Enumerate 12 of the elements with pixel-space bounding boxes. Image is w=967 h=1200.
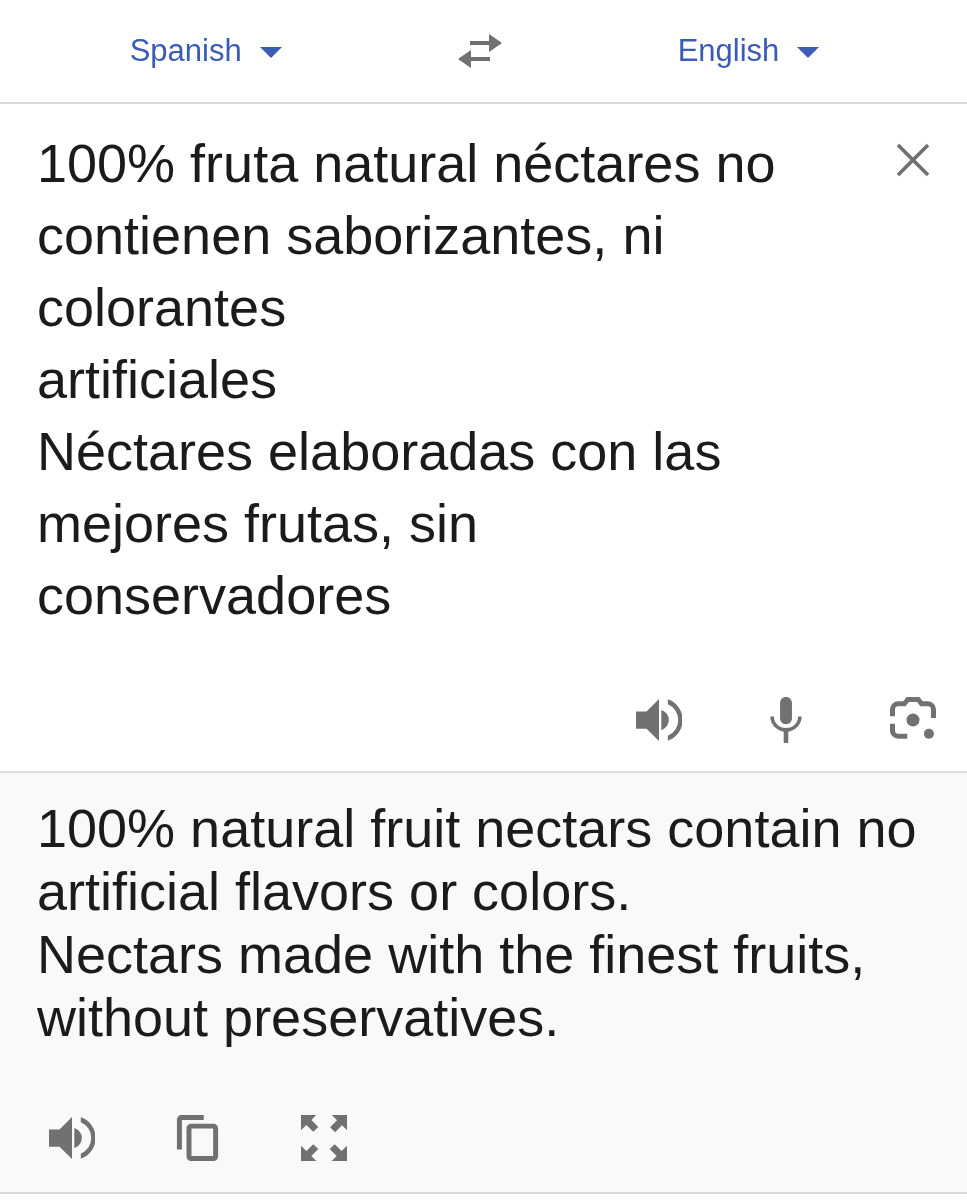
speaker-icon[interactable]: [636, 697, 682, 743]
swap-icon[interactable]: [457, 34, 502, 68]
copy-icon[interactable]: [175, 1115, 221, 1161]
expand-icon[interactable]: [301, 1115, 347, 1161]
source-input[interactable]: 100% fruta natural néctares no contienen saborizantes, ni colorantes artificiales Néctares elaboradas con las mejores frutas, sin conservadores: [37, 127, 776, 631]
language-dropdown[interactable]: Spanish: [129, 33, 282, 69]
caret-icon: [797, 47, 820, 58]
close-icon[interactable]: [896, 143, 930, 177]
speaker-icon[interactable]: [49, 1115, 95, 1161]
translation-text: 100% natural fruit nectars contain no artificial flavors or colors. Nectars made with the finest fruits, without preservatives.: [37, 797, 918, 1049]
language-dropdown[interactable]: English: [677, 33, 820, 69]
caret-icon: [259, 47, 282, 58]
